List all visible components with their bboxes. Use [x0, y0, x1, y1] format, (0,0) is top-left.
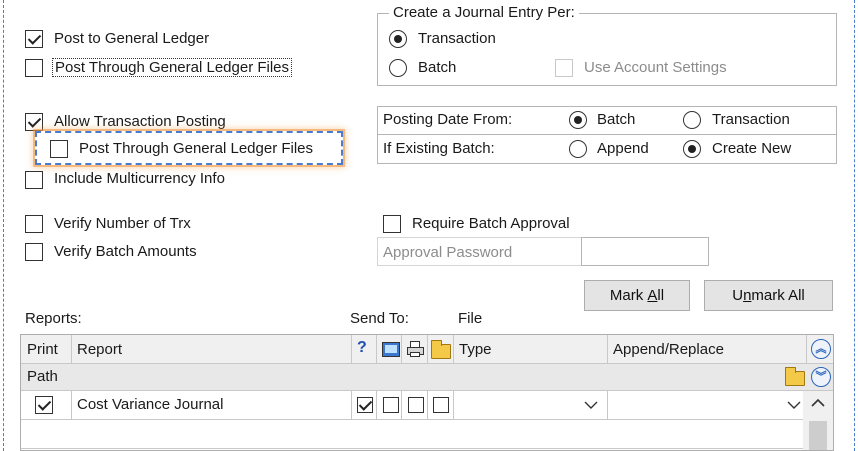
- journal-per-batch-label: Batch: [418, 59, 457, 76]
- journal-per-transaction-radio[interactable]: [389, 30, 407, 48]
- expand-up-icon[interactable]: ︽: [811, 339, 831, 359]
- col-path-header: Path: [27, 368, 58, 385]
- row-report-name: Cost Variance Journal: [77, 396, 224, 413]
- col-help-header[interactable]: ?: [357, 339, 367, 357]
- expand-down-icon[interactable]: ︾: [811, 367, 831, 387]
- col-type-header[interactable]: Type: [459, 341, 492, 358]
- require-batch-approval-label: Require Batch Approval: [412, 215, 570, 232]
- unmark-all-mnemonic: n: [743, 287, 752, 304]
- existing-create-new-label: Create New: [712, 140, 792, 157]
- send-to-label: Send To:: [350, 310, 409, 327]
- mark-all-label-a: Mark: [609, 287, 648, 304]
- col-report-header[interactable]: Report: [77, 341, 122, 358]
- existing-append-radio[interactable]: [569, 140, 587, 158]
- mark-all-label-b: ll: [657, 287, 665, 304]
- reports-label: Reports:: [25, 310, 82, 327]
- tx-post-through-gl-files-checkbox[interactable]: [50, 140, 68, 158]
- post-through-gl-files-checkbox[interactable]: [25, 59, 43, 77]
- posting-date-transaction-label: Transaction: [712, 111, 790, 128]
- post-to-gl-label: Post to General Ledger: [54, 30, 210, 47]
- verify-number-trx-label: Verify Number of Trx: [54, 215, 191, 232]
- posting-date-from-label: Posting Date From:: [383, 111, 513, 128]
- screen-icon[interactable]: [382, 342, 400, 357]
- journal-per-transaction-label: Transaction: [418, 30, 496, 47]
- approval-password-input[interactable]: [581, 237, 709, 266]
- table-row[interactable]: Cost Variance Journal: [21, 391, 805, 420]
- scroll-thumb[interactable]: [809, 421, 827, 450]
- row-file-checkbox[interactable]: [433, 397, 449, 413]
- approval-password-label: Approval Password: [383, 244, 513, 261]
- grid-path-row: [21, 364, 833, 391]
- type-chevron-down-icon[interactable]: [583, 399, 599, 411]
- printer-icon[interactable]: [407, 341, 425, 358]
- col-print-header[interactable]: Print: [27, 341, 58, 358]
- row-printer-checkbox[interactable]: [408, 397, 424, 413]
- allow-transaction-posting-checkbox[interactable]: [25, 113, 43, 131]
- existing-create-new-radio[interactable]: [683, 140, 701, 158]
- mark-all-mnemonic: A: [647, 287, 658, 304]
- col-append-replace-header[interactable]: Append/Replace: [613, 341, 724, 358]
- file-label: File: [458, 310, 483, 327]
- row-help-checkbox[interactable]: [357, 397, 373, 413]
- reports-grid: Print Report ? Type Append/Replace ︽ Pat…: [20, 334, 834, 451]
- verify-batch-amounts-checkbox[interactable]: [25, 243, 43, 261]
- verify-number-trx-checkbox[interactable]: [25, 215, 43, 233]
- post-to-gl-checkbox[interactable]: [25, 30, 43, 48]
- unmark-all-button[interactable]: Un mark All: [704, 280, 833, 311]
- mark-all-button[interactable]: Mark All: [584, 280, 690, 311]
- existing-append-label: Append: [597, 140, 649, 157]
- journal-per-batch-radio[interactable]: [389, 59, 407, 77]
- posting-date-divider: [377, 134, 837, 135]
- posting-date-batch-radio[interactable]: [569, 111, 587, 129]
- folder-icon[interactable]: [431, 340, 451, 359]
- unmark-all-label-a: U: [732, 287, 744, 304]
- include-multicurrency-label: Include Multicurrency Info: [54, 170, 225, 187]
- row-print-checkbox[interactable]: [35, 396, 53, 414]
- row-screen-checkbox[interactable]: [383, 397, 399, 413]
- append-chevron-down-icon[interactable]: [786, 399, 802, 411]
- post-through-gl-files-label: Post Through General Ledger Files: [52, 58, 293, 77]
- chevron-up-icon[interactable]: [810, 397, 826, 409]
- posting-date-batch-label: Batch: [597, 111, 636, 128]
- journal-entry-legend: Create a Journal Entry Per:: [389, 4, 579, 21]
- if-existing-batch-label: If Existing Batch:: [383, 140, 495, 157]
- include-multicurrency-checkbox[interactable]: [25, 171, 43, 189]
- posting-date-transaction-radio[interactable]: [683, 111, 701, 129]
- window-right-border: [854, 0, 855, 451]
- path-folder-icon[interactable]: [785, 367, 805, 386]
- use-account-settings-checkbox[interactable]: [555, 59, 573, 77]
- window-left-border: [3, 0, 4, 451]
- allow-transaction-posting-label: Allow Transaction Posting: [54, 113, 226, 130]
- require-batch-approval-checkbox[interactable]: [383, 215, 401, 233]
- use-account-settings-label: Use Account Settings: [584, 59, 727, 76]
- verify-batch-amounts-label: Verify Batch Amounts: [54, 243, 197, 260]
- tx-post-through-gl-files-label: Post Through General Ledger Files: [79, 140, 314, 157]
- table-row[interactable]: [21, 421, 805, 449]
- unmark-all-label-b: mark All: [751, 287, 805, 304]
